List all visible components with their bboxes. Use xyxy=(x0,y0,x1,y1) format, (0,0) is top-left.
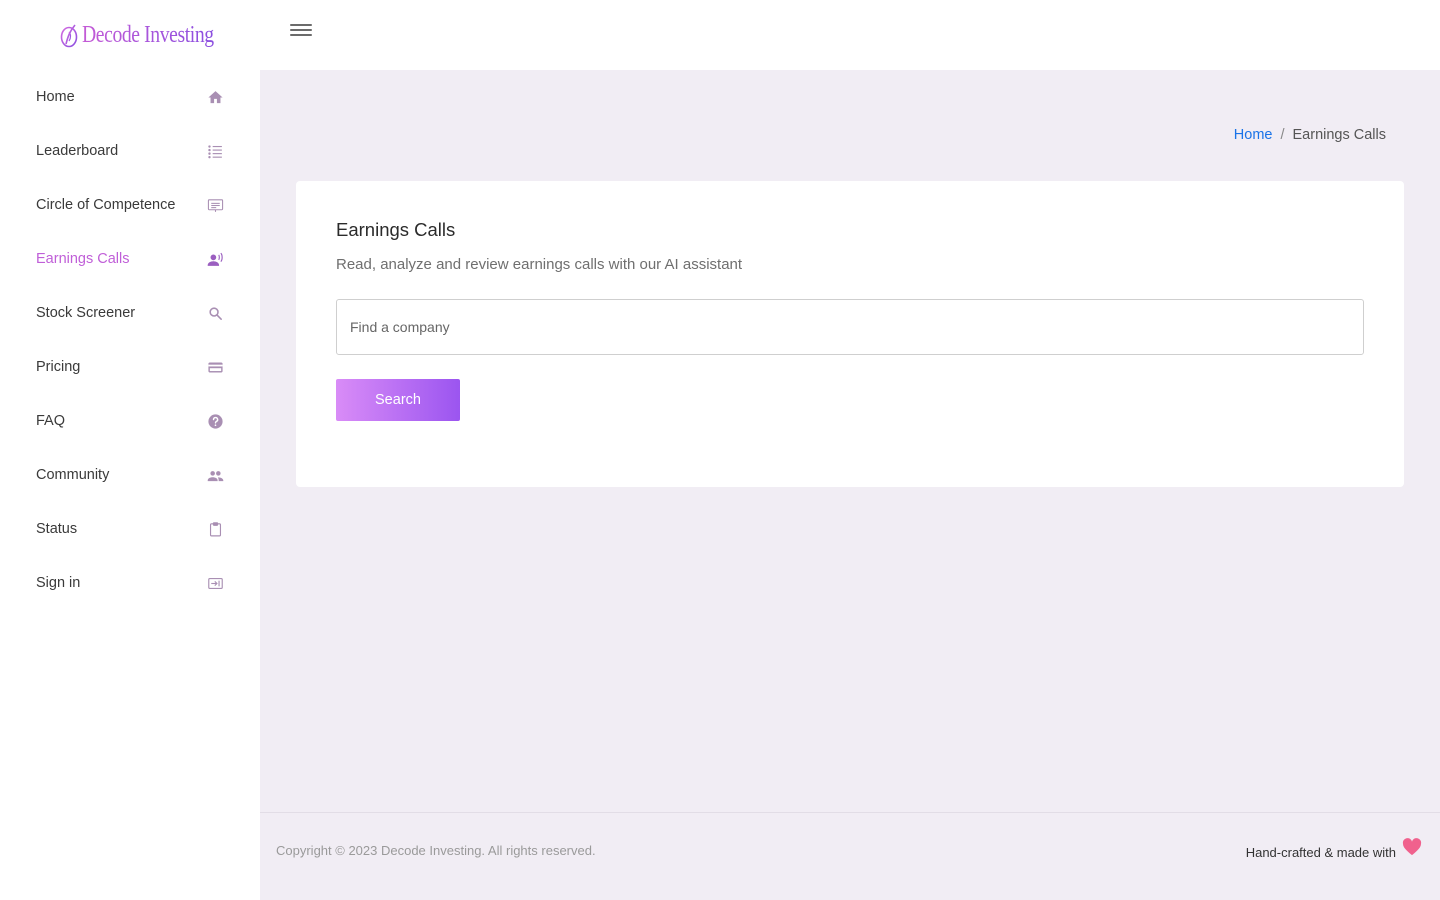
logo-mark-icon xyxy=(60,24,78,48)
topbar xyxy=(260,0,1440,70)
record-voice-icon xyxy=(206,250,224,268)
breadcrumb-home-link[interactable]: Home xyxy=(1234,127,1273,143)
logo[interactable]: Decode Investing xyxy=(0,0,260,70)
company-search-input[interactable] xyxy=(336,299,1364,355)
copyright-text: Copyright © 2023 Decode Investing. All r… xyxy=(276,843,596,858)
sidebar-item-label: Circle of Competence xyxy=(36,197,176,213)
brand-name: Decode Investing xyxy=(82,21,214,48)
credit-card-icon xyxy=(206,358,224,376)
sidebar-item-label: Community xyxy=(36,467,110,483)
breadcrumb-current: Earnings Calls xyxy=(1292,127,1387,143)
page-title: Earnings Calls xyxy=(336,219,456,240)
sidebar-nav: Home Leaderboard Circle of Competence Ea… xyxy=(0,70,260,610)
sidebar-item-label: FAQ xyxy=(36,413,66,429)
clipboard-icon xyxy=(206,520,224,538)
sidebar-item-label: Stock Screener xyxy=(36,305,136,321)
breadcrumb: Home / Earnings Calls xyxy=(1234,127,1386,143)
sidebar-item-label: Leaderboard xyxy=(36,143,119,159)
sidebar-item-home[interactable]: Home xyxy=(0,70,260,124)
sidebar-item-label: Status xyxy=(36,521,78,537)
search-button[interactable]: Search xyxy=(336,379,460,421)
handcrafted-text: Hand-crafted & made with xyxy=(1245,845,1396,860)
main-content: Home / Earnings Calls Earnings Calls Rea… xyxy=(260,70,1440,812)
home-icon xyxy=(206,88,224,106)
page-subtitle: Read, analyze and review earnings calls … xyxy=(336,256,743,273)
heart-icon xyxy=(1402,837,1422,855)
sidebar-item-faq[interactable]: FAQ xyxy=(0,394,260,448)
sign-in-icon xyxy=(206,574,224,592)
sidebar-item-label: Home xyxy=(36,89,75,105)
search-icon xyxy=(206,304,224,322)
earnings-calls-card: Earnings Calls Read, analyze and review … xyxy=(296,181,1404,487)
sidebar-item-leaderboard[interactable]: Leaderboard xyxy=(0,124,260,178)
sidebar-item-earnings-calls[interactable]: Earnings Calls xyxy=(0,232,260,286)
sidebar-item-sign-in[interactable]: Sign in xyxy=(0,556,260,610)
help-icon xyxy=(206,412,224,430)
sidebar-item-pricing[interactable]: Pricing xyxy=(0,340,260,394)
sidebar-item-label: Sign in xyxy=(36,575,81,591)
menu-toggle-icon[interactable] xyxy=(290,24,312,42)
handcrafted-note: Hand-crafted & made with xyxy=(1245,837,1422,860)
people-icon xyxy=(206,466,224,484)
presentation-icon xyxy=(206,196,224,214)
sidebar: Decode Investing Home Leaderboard Circle… xyxy=(0,0,260,900)
sidebar-item-community[interactable]: Community xyxy=(0,448,260,502)
sidebar-item-label: Earnings Calls xyxy=(36,251,130,267)
footer: Copyright © 2023 Decode Investing. All r… xyxy=(260,812,1440,900)
sidebar-item-label: Pricing xyxy=(36,359,81,375)
breadcrumb-separator: / xyxy=(1280,127,1285,143)
list-icon xyxy=(206,142,224,160)
sidebar-item-circle-of-competence[interactable]: Circle of Competence xyxy=(0,178,260,232)
sidebar-item-stock-screener[interactable]: Stock Screener xyxy=(0,286,260,340)
sidebar-item-status[interactable]: Status xyxy=(0,502,260,556)
